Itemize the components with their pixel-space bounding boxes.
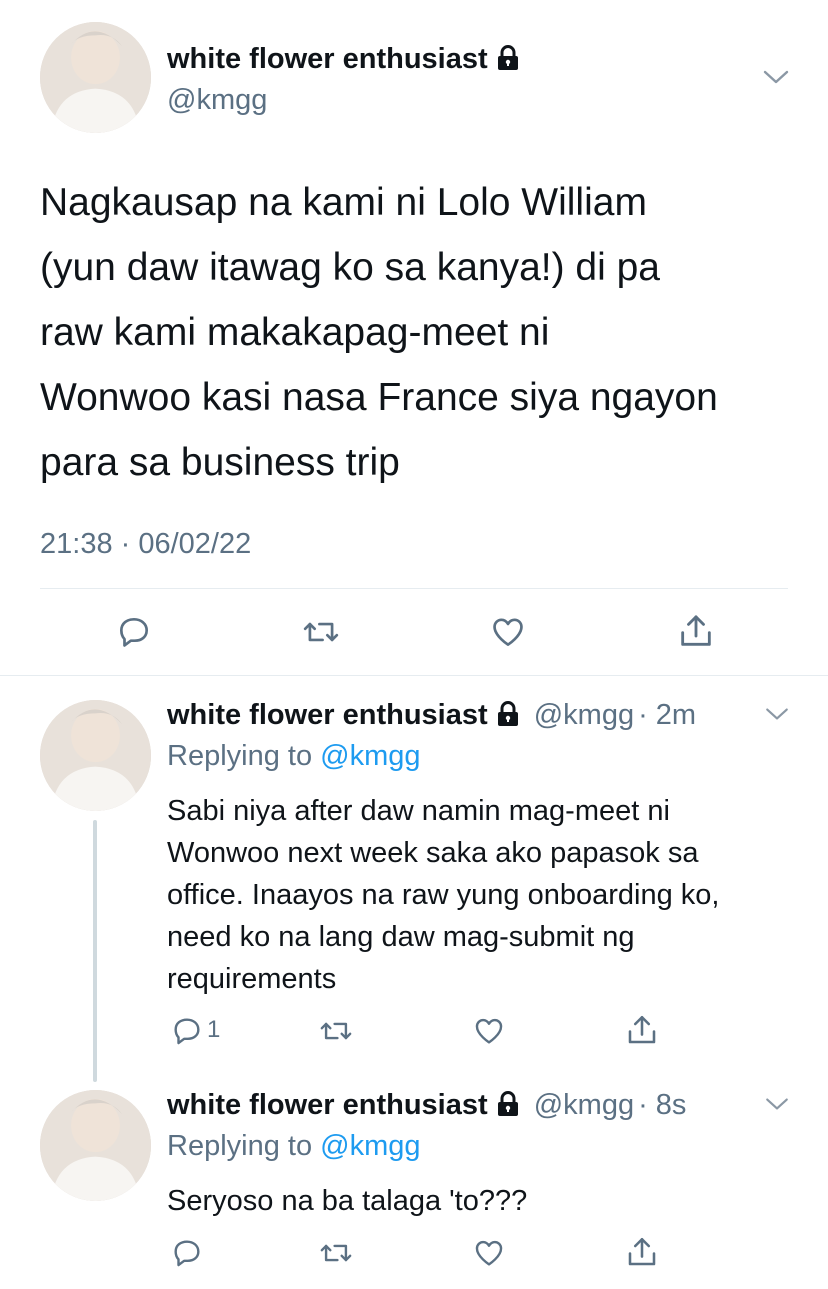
display-name[interactable]: white flower enthusiast xyxy=(167,1089,488,1121)
reply-icon[interactable] xyxy=(170,1236,204,1270)
chevron-down-icon[interactable] xyxy=(764,706,790,722)
reply-text-line: need ko na lang daw mag-submit ng xyxy=(167,921,635,953)
retweet-icon[interactable] xyxy=(318,1236,354,1270)
reply-text-line: Sabi niya after daw namin mag-meet ni xyxy=(167,795,670,827)
avatar[interactable] xyxy=(40,22,151,133)
like-icon[interactable] xyxy=(472,1014,506,1048)
divider xyxy=(40,588,788,589)
reply-text-line: Seryoso na ba talaga 'to??? xyxy=(167,1185,528,1217)
retweet-icon[interactable] xyxy=(318,1014,354,1048)
replying-to-handle[interactable]: @kmgg xyxy=(320,1130,420,1162)
share-icon[interactable] xyxy=(624,1012,660,1048)
tweet-text-line: (yun daw itawag ko sa kanya!) di pa xyxy=(40,246,661,289)
tweet-text: Nagkausap na kami ni Lolo William (yun d… xyxy=(40,170,810,495)
time-ago[interactable]: · 2m xyxy=(638,699,696,731)
avatar[interactable] xyxy=(40,1090,151,1201)
handle[interactable]: @kmgg xyxy=(534,699,634,731)
retweet-icon[interactable] xyxy=(301,613,341,651)
reply-header: white flower enthusiast @kmgg · 2m xyxy=(167,699,696,735)
like-icon[interactable] xyxy=(489,613,527,651)
replying-to-handle[interactable]: @kmgg xyxy=(320,740,420,772)
reply-text-line: Wonwoo next week saka ako papasok sa xyxy=(167,837,699,869)
reply-icon[interactable] xyxy=(115,613,153,651)
share-icon[interactable] xyxy=(676,611,716,651)
timestamp[interactable]: 21:38 · 06/02/22 xyxy=(40,528,251,561)
display-name[interactable]: white flower enthusiast xyxy=(167,43,520,79)
share-icon[interactable] xyxy=(624,1234,660,1270)
tweet-text-line: para sa business trip xyxy=(40,441,400,484)
lock-icon xyxy=(496,45,520,79)
replying-to-label: Replying to xyxy=(167,1130,313,1162)
display-name-text[interactable]: white flower enthusiast xyxy=(167,43,488,75)
time-ago[interactable]: · 8s xyxy=(638,1089,686,1121)
reply-icon[interactable] xyxy=(170,1014,204,1048)
reply-count: 1 xyxy=(207,1016,221,1043)
reply-text-line: requirements xyxy=(167,963,337,995)
tweet-text-line: Nagkausap na kami ni Lolo William xyxy=(40,181,647,224)
thread-line xyxy=(93,820,97,1082)
reply-text: Sabi niya after daw namin mag-meet ni Wo… xyxy=(167,790,817,1000)
reply-text-line: office. Inaayos na raw yung onboarding k… xyxy=(167,879,720,911)
display-name[interactable]: white flower enthusiast xyxy=(167,699,488,731)
chevron-down-icon[interactable] xyxy=(764,1096,790,1112)
divider xyxy=(0,675,828,676)
tweet-text-line: raw kami makakapag-meet ni xyxy=(40,311,550,354)
reply-header: white flower enthusiast @kmgg · 8s xyxy=(167,1089,686,1125)
replying-to: Replying to @kmgg xyxy=(167,1130,421,1163)
lock-icon xyxy=(496,701,520,735)
handle[interactable]: @kmgg xyxy=(534,1089,634,1121)
avatar[interactable] xyxy=(40,700,151,811)
tweet-text-line: Wonwoo kasi nasa France siya ngayon xyxy=(40,376,718,419)
handle[interactable]: @kmgg xyxy=(167,84,267,117)
reply-text: Seryoso na ba talaga 'to??? xyxy=(167,1180,817,1222)
replying-to: Replying to @kmgg xyxy=(167,740,421,773)
lock-icon xyxy=(496,1091,520,1125)
chevron-down-icon[interactable] xyxy=(762,68,790,86)
like-icon[interactable] xyxy=(472,1236,506,1270)
replying-to-label: Replying to xyxy=(167,740,313,772)
